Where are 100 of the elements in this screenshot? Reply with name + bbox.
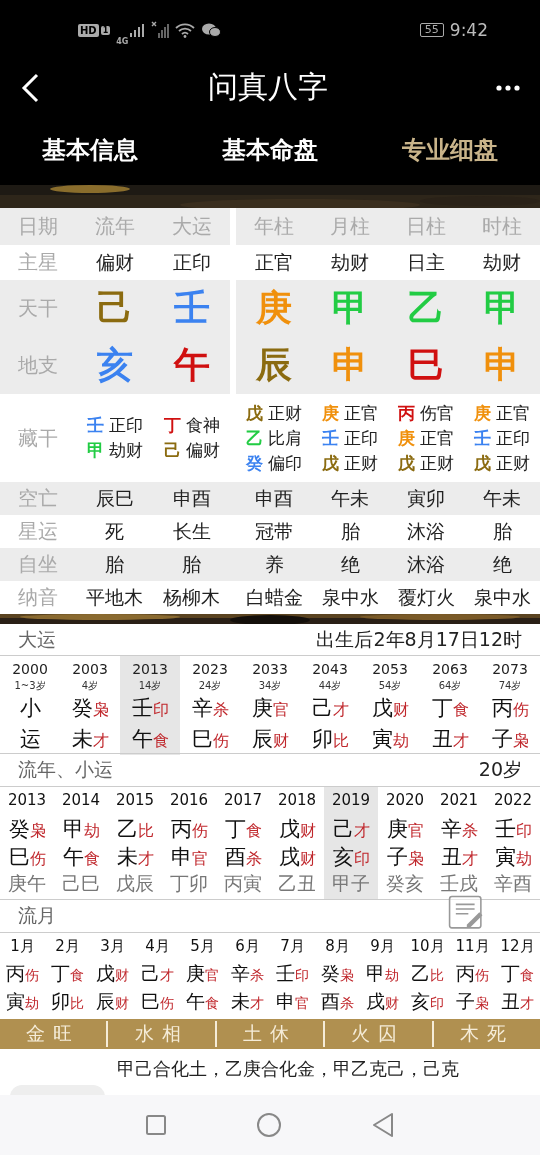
year-column[interactable]: 2017 丁食 酉杀 丙寅	[216, 787, 270, 899]
stem-char: 辛	[231, 961, 250, 986]
year-column[interactable]: 2022 壬印 寅劫 辛酉	[486, 787, 540, 899]
luck-column[interactable]: 2063 64岁 丁食 丑才	[420, 656, 480, 755]
luck-column[interactable]: 2043 44岁 己才 卯比	[300, 656, 360, 755]
age-label: 44岁	[318, 679, 342, 693]
minor-luck-label: 辛酉	[494, 871, 532, 896]
branch-char: 寅	[6, 989, 25, 1014]
section-title: 流月	[18, 903, 56, 928]
ten-god: 印	[353, 849, 370, 870]
year-column[interactable]: 2021 辛杀 丑才 壬戌	[432, 787, 486, 899]
home-icon[interactable]	[256, 1112, 282, 1138]
year-label: 2017	[223, 791, 263, 811]
year-column[interactable]: 2014 甲 劫 午食 己巳	[54, 787, 108, 899]
minor-luck-label: 戊辰	[116, 871, 154, 896]
ten-god: 才	[452, 731, 469, 752]
ten-god: 官	[407, 821, 424, 842]
ten-god: 劫	[392, 731, 409, 752]
app-title: 问真八字	[208, 68, 328, 106]
table-cell-text: 白蜡金	[244, 584, 304, 610]
branch-char: 午	[131, 726, 153, 753]
table-cell-text: 申酉	[254, 485, 294, 511]
month-label: 10月	[410, 937, 445, 957]
ten-god: 财	[115, 967, 129, 985]
ten-god: 才	[92, 731, 109, 752]
year-column[interactable]: 2013 癸枭 巳伤 庚午	[0, 787, 54, 899]
year-column[interactable]: 2015 乙比 未才 戊辰	[108, 787, 162, 899]
back-icon[interactable]	[20, 72, 40, 103]
pillar-char: 申	[331, 343, 369, 387]
luck-column[interactable]: 2033 34岁 庚官 辰财	[240, 656, 300, 755]
luck-column[interactable]: 2073 74岁 丙伤 子枭	[480, 656, 540, 755]
tab[interactable]: 基本命盘	[222, 134, 318, 166]
month-label: 1月	[10, 937, 35, 957]
tab[interactable]: 基本信息	[42, 134, 138, 166]
note-edit-icon[interactable]	[448, 895, 484, 931]
ten-god: 官	[191, 849, 208, 870]
more-icon[interactable]	[496, 84, 520, 91]
stem-char: 戊	[371, 695, 393, 722]
ten-god: 比肩	[268, 426, 302, 450]
hidden-stem: 戊	[246, 401, 263, 425]
stem-char: 癸	[71, 695, 93, 722]
year-label: 2018	[277, 791, 317, 811]
ten-god: 食	[83, 849, 100, 870]
minor-luck-label: 己巳	[62, 871, 100, 896]
pillar-char: 己	[95, 286, 134, 330]
table-cell-text: 绝	[491, 551, 513, 577]
luck-column[interactable]: 2023 24岁 辛杀 巳伤	[180, 656, 240, 755]
branch-char: 巳	[141, 989, 160, 1014]
ten-god: 财	[115, 995, 129, 1013]
age-label: 64岁	[438, 679, 462, 693]
branch-char: 丑	[501, 989, 520, 1014]
minor-luck-label: 甲子	[332, 871, 370, 896]
table-cell-text: 正官	[254, 249, 294, 275]
start-age-label: 出生后2年8月17日12时	[316, 626, 522, 652]
branch-char: 午	[186, 989, 205, 1014]
branch-char: 丑	[440, 844, 462, 871]
luck-column[interactable]: 2003 4岁 癸枭 未才	[60, 656, 120, 755]
minor-luck-label: 庚午	[8, 871, 46, 896]
section-title: 大运	[18, 626, 56, 652]
luck-column[interactable]: 2013 14岁 壬印 午食	[120, 656, 180, 755]
hidden-stem: 戊	[322, 451, 339, 475]
stem-char: 丁	[431, 695, 453, 722]
branch-char: 酉	[224, 844, 246, 871]
ten-god: 正财	[420, 451, 454, 475]
year-column[interactable]: 2019 己才 亥印 甲子	[324, 787, 378, 899]
ten-god: 正财	[344, 451, 378, 475]
year-column[interactable]: 2020 庚官 子枭 癸亥	[378, 787, 432, 899]
month-label: 8月	[325, 937, 350, 957]
table-cell-text: 偏财	[94, 249, 135, 275]
branch-char: 戌	[278, 844, 300, 871]
year-column[interactable]: 2016 丙伤 申官 丁卯	[162, 787, 216, 899]
ten-god: 枭	[29, 821, 46, 842]
branch-char: 子	[491, 726, 513, 753]
ten-god: 杀	[340, 995, 354, 1013]
ten-god: 伤	[212, 731, 229, 752]
row-label: 空亡	[17, 485, 59, 512]
year-label: 2015	[115, 791, 155, 811]
branch-char: 巳	[191, 726, 213, 753]
tab[interactable]: 专业细盘	[402, 134, 498, 166]
stem-char: 甲	[62, 816, 84, 843]
hidden-stem: 庚	[398, 426, 415, 450]
age-label: 4岁	[81, 679, 99, 693]
stem-char: 辛	[191, 695, 213, 722]
stem-char: 丙	[6, 961, 25, 986]
branch-char: 辰	[251, 726, 273, 753]
branch-char: 寅	[494, 844, 516, 871]
luck-column[interactable]: 2000 1~3岁 小 运	[0, 656, 60, 755]
recent-apps-icon[interactable]	[144, 1114, 167, 1136]
hidden-stem: 乙	[246, 426, 263, 450]
luck-column[interactable]: 2053 54岁 戊财 寅劫	[360, 656, 420, 755]
hd-badge: HD	[78, 23, 99, 37]
ten-god: 财	[299, 849, 316, 870]
ten-god: 杀	[212, 700, 229, 721]
ten-god: 劫	[25, 995, 39, 1013]
ten-god: 财	[272, 731, 289, 752]
branch-char: 戌	[366, 989, 385, 1014]
pillar-char: 甲	[331, 286, 369, 330]
age-label: 54岁	[378, 679, 402, 693]
ten-god: 食神	[185, 414, 220, 437]
year-column[interactable]: 2018 戊财 戌财 乙丑	[270, 787, 324, 899]
